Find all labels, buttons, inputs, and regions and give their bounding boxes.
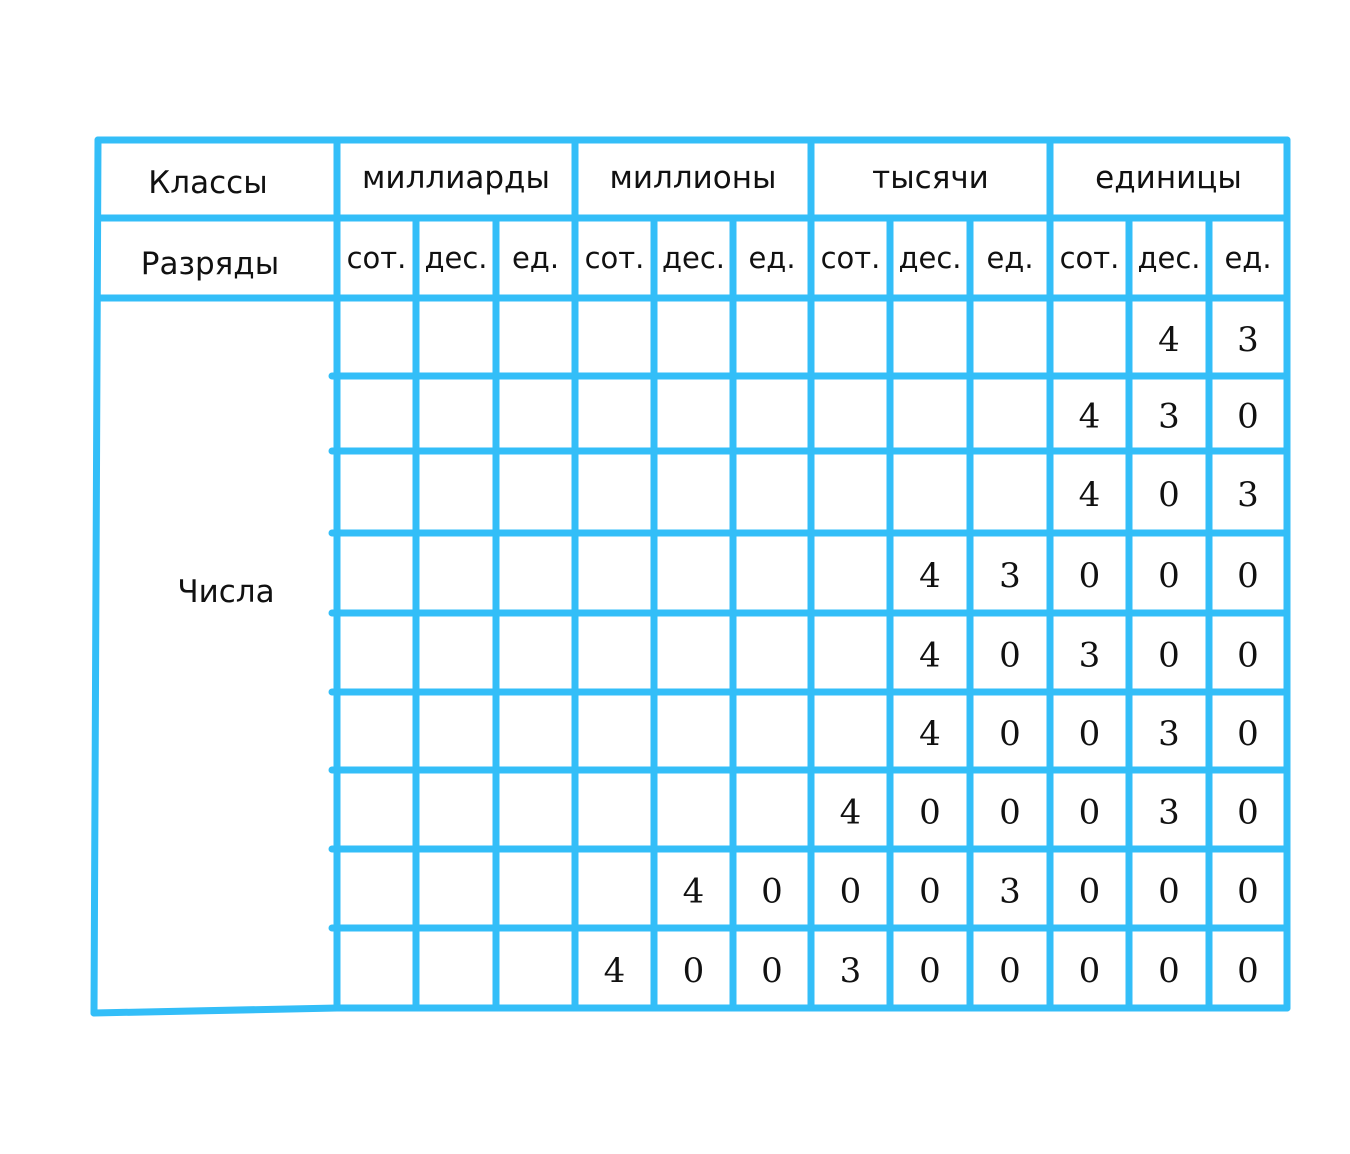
place-value-table: Классы Разряды Числа миллиарды миллионы ты… <box>90 136 1291 1017</box>
digit-cell: 0 <box>1237 951 1259 991</box>
digit-cell: 0 <box>1237 556 1259 596</box>
digit-cell: 0 <box>1079 793 1101 833</box>
digit-cell: 3 <box>999 872 1021 912</box>
digit-cell: 3 <box>1158 714 1180 754</box>
rank-header: сот. <box>1060 241 1120 275</box>
rank-header: дес. <box>1137 241 1200 275</box>
digit-cell: 3 <box>840 951 862 991</box>
digit-cell: 0 <box>1237 636 1259 676</box>
digit-cell: 0 <box>1079 951 1101 991</box>
rank-header: сот. <box>347 241 407 275</box>
digit-cell: 3 <box>1158 397 1180 437</box>
digit-cell: 3 <box>1237 320 1259 360</box>
digit-cell: 4 <box>919 556 941 596</box>
digit-cell: 0 <box>999 793 1021 833</box>
digit-cell: 0 <box>1079 872 1101 912</box>
rank-header: ед. <box>1224 241 1271 275</box>
digit-cell: 0 <box>1079 714 1101 754</box>
digit-cell: 0 <box>919 793 941 833</box>
rank-header: сот. <box>821 241 881 275</box>
ranks-label: Разряды <box>141 246 279 282</box>
numbers-label: Числа <box>177 574 274 610</box>
digit-cell: 4 <box>683 872 705 912</box>
digit-cell: 0 <box>919 951 941 991</box>
digit-cell: 4 <box>604 951 626 991</box>
digit-cell: 0 <box>1158 872 1180 912</box>
digit-cell: 0 <box>683 951 705 991</box>
rank-header: дес. <box>424 241 487 275</box>
digit-cell: 0 <box>1158 951 1180 991</box>
digit-cell: 0 <box>761 872 783 912</box>
digit-cell: 0 <box>840 872 862 912</box>
digit-cell: 4 <box>840 793 862 833</box>
rank-header: ед. <box>986 241 1033 275</box>
class-header: тысячи <box>872 160 989 196</box>
digit-cell: 3 <box>999 556 1021 596</box>
digit-cell: 0 <box>1158 475 1180 515</box>
digit-cell: 0 <box>999 951 1021 991</box>
digit-cell: 3 <box>1079 636 1101 676</box>
digit-cell: 0 <box>1237 793 1259 833</box>
digit-cell: 4 <box>919 636 941 676</box>
digit-cell: 0 <box>999 636 1021 676</box>
digit-cell: 3 <box>1158 793 1180 833</box>
digit-cell: 0 <box>919 872 941 912</box>
rank-header: ед. <box>748 241 795 275</box>
digit-cell: 3 <box>1237 475 1259 515</box>
digit-cell: 4 <box>919 714 941 754</box>
digit-cell: 0 <box>1158 636 1180 676</box>
digit-cell: 4 <box>1158 320 1180 360</box>
digit-cell: 0 <box>1237 397 1259 437</box>
class-header: миллионы <box>609 160 776 196</box>
digit-cell: 0 <box>1237 714 1259 754</box>
digit-cell: 0 <box>999 714 1021 754</box>
digit-cell: 0 <box>761 951 783 991</box>
rank-header: дес. <box>662 241 725 275</box>
digit-cell: 0 <box>1079 556 1101 596</box>
digit-cell: 4 <box>1079 397 1101 437</box>
digit-cell: 0 <box>1237 872 1259 912</box>
rank-header: ед. <box>512 241 559 275</box>
border-left <box>90 136 102 1017</box>
class-header: миллиарды <box>362 160 550 196</box>
classes-label: Классы <box>148 165 267 201</box>
digit-cell: 0 <box>1158 556 1180 596</box>
rank-header: дес. <box>898 241 961 275</box>
class-header: единицы <box>1095 160 1242 196</box>
rank-header: сот. <box>585 241 645 275</box>
digit-cell: 4 <box>1079 475 1101 515</box>
border-bottom-left <box>90 1004 341 1017</box>
